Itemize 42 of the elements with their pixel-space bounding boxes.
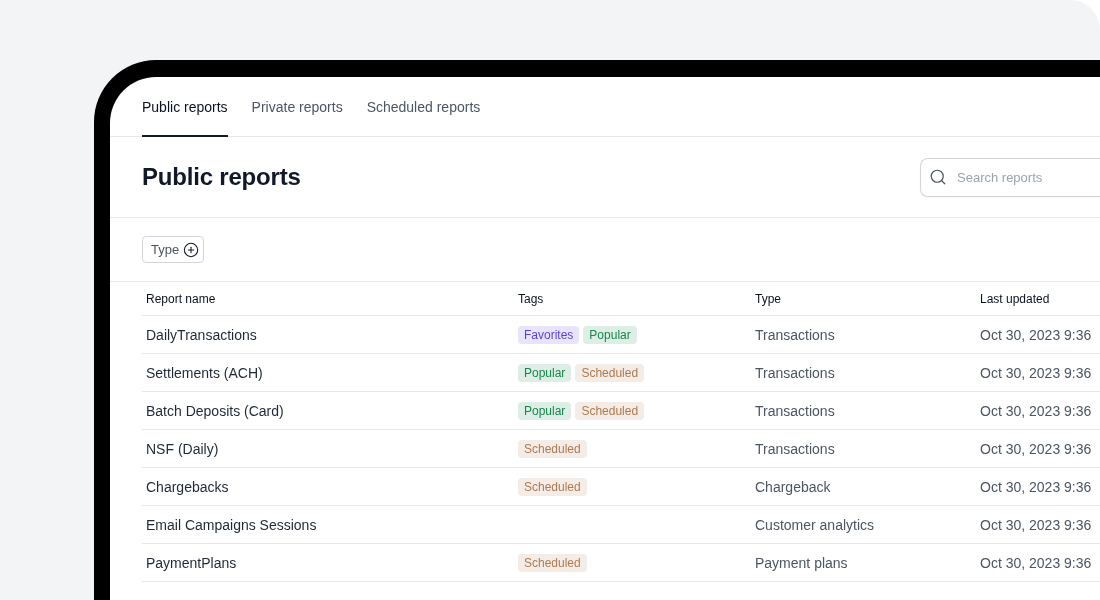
tag: Popular (518, 363, 572, 382)
table-cell-text: Oct 30, 2023 9:36 (979, 516, 1093, 533)
page-title: Public reports (142, 163, 301, 191)
table-cell-text: Chargebacks (145, 478, 230, 495)
column-header: Report name (145, 291, 217, 306)
plus-circle-icon (183, 241, 200, 258)
column-header: Tags (517, 291, 545, 306)
table-cell-text: Oct 30, 2023 9:36 (979, 326, 1093, 343)
table-cell-text: Email Campaigns Sessions (145, 516, 318, 533)
tag: Scheduled (575, 363, 645, 382)
column-header: Last updated (979, 291, 1051, 306)
table-cell-text: Settlements (ACH) (145, 364, 264, 381)
table-cell-text: NSF (Daily) (145, 440, 220, 457)
tag: Favorites (518, 325, 580, 344)
search-field[interactable]: Search reports (920, 157, 1100, 197)
table-cell-text: Payment plans (754, 554, 849, 571)
table-cell-text: Transactions (754, 440, 836, 457)
tag: Scheduled (518, 553, 587, 572)
tab[interactable]: Scheduled reports (366, 77, 481, 137)
table-cell-text: DailyTransactions (145, 326, 258, 343)
table-cell-text: Customer analytics (754, 516, 876, 533)
table-cell-text: PaymentPlans (145, 554, 238, 571)
table-cell-text: Oct 30, 2023 9:36 (979, 554, 1093, 571)
tag: Scheduled (518, 439, 587, 458)
table-cell-text: Transactions (754, 364, 836, 381)
tag: Scheduled (575, 401, 645, 420)
search-icon (929, 167, 947, 186)
column-header: Type (754, 291, 782, 306)
table-cell-text: Transactions (754, 402, 836, 419)
tab[interactable]: Public reports (142, 77, 228, 137)
table-cell-text: Oct 30, 2023 9:36 (979, 478, 1093, 495)
table-cell-text: Chargeback (754, 478, 832, 495)
tag: Popular (583, 325, 637, 344)
table-cell-text: Batch Deposits (Card) (145, 402, 285, 419)
table-cell-text: Oct 30, 2023 9:36 (979, 440, 1093, 457)
type-filter-button[interactable]: Type (142, 236, 205, 263)
table-cell-text: Transactions (754, 326, 836, 343)
tab[interactable]: Private reports (251, 77, 343, 137)
tag: Scheduled (518, 477, 587, 496)
tag: Popular (518, 401, 572, 420)
table-cell-text: Oct 30, 2023 9:36 (979, 402, 1093, 419)
table-cell-text: Oct 30, 2023 9:36 (979, 364, 1093, 381)
